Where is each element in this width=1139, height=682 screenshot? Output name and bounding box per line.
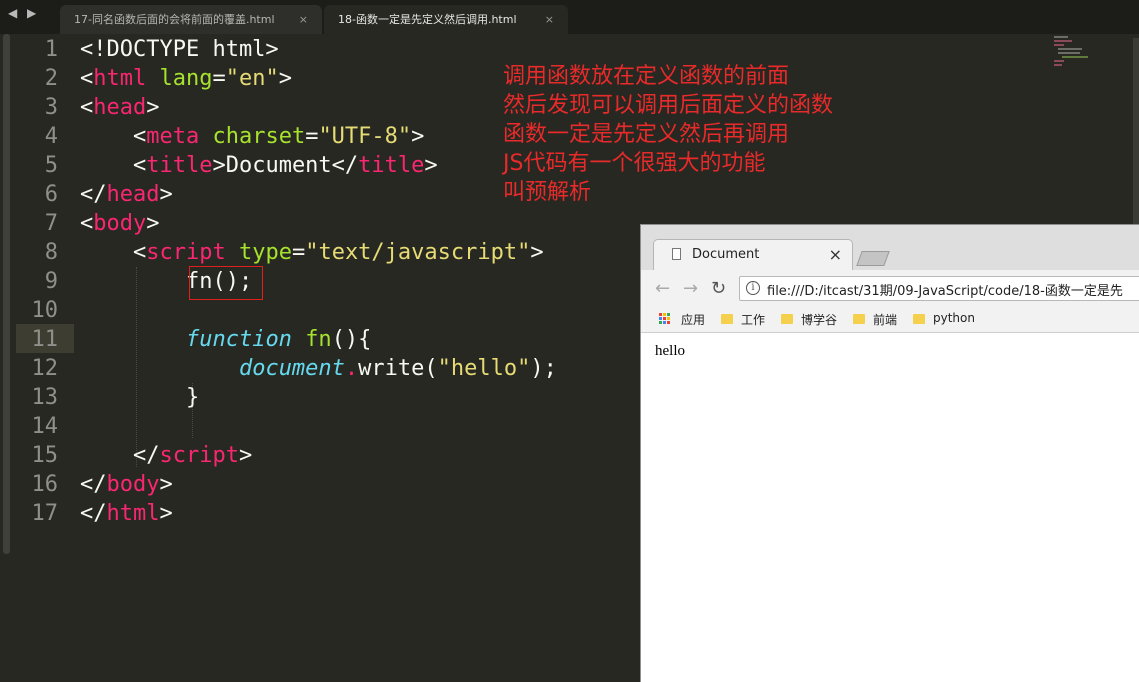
apps-grid-icon[interactable]: [659, 313, 671, 325]
url-text: file:///D:/itcast/31期/09-JavaScript/code…: [767, 284, 1123, 299]
line-number: 7: [44, 211, 58, 236]
browser-page-content: hello: [641, 333, 1139, 682]
line-number: 15: [31, 443, 59, 468]
line-number: 2: [44, 66, 58, 91]
code-line-1: <!DOCTYPE html>: [80, 35, 279, 64]
tab-18-html[interactable]: 18-函数一定是先定义然后调用.html ×: [324, 5, 568, 34]
browser-titlebar: Document ×: [641, 225, 1139, 270]
tab-nav-arrows-icon[interactable]: ◀ ▶: [8, 6, 39, 20]
line-number: 10: [31, 298, 59, 323]
line-number: 4: [44, 124, 58, 149]
back-arrow-icon[interactable]: ←: [655, 278, 670, 299]
tab-17-html[interactable]: 17-同名函数后面的会将前面的覆盖.html ×: [60, 5, 322, 34]
editor-scrollbar[interactable]: [1133, 38, 1139, 228]
page-icon: [672, 248, 681, 260]
bookmark-boxuegu[interactable]: 博学谷: [801, 311, 837, 328]
line-number: 8: [44, 240, 58, 265]
code-line-16: </body>: [80, 472, 173, 497]
page-output-text: hello: [655, 343, 685, 359]
new-tab-button[interactable]: [856, 251, 890, 266]
code-line-17: </html>: [80, 501, 173, 526]
folder-icon: [913, 314, 925, 324]
fn-call-highlight-box: [189, 266, 263, 300]
browser-tab-document[interactable]: Document ×: [653, 239, 853, 270]
line-number: 12: [31, 356, 59, 381]
code-line-11: function fn(){: [185, 327, 372, 352]
annotation-line: 函数一定是先定义然后再调用: [503, 122, 790, 147]
code-line-8: <script type="text/javascript">: [132, 240, 544, 265]
doctype: <!DOCTYPE html>: [80, 37, 279, 62]
folder-icon: [853, 314, 865, 324]
annotation-line: 调用函数放在定义函数的前面: [503, 64, 790, 89]
line-number: 6: [44, 182, 58, 207]
code-line-12: document.write("hello");: [238, 356, 557, 381]
line-number: 3: [44, 95, 58, 120]
browser-toolbar: ← → ↻ i file:///D:/itcast/31期/09-JavaScr…: [641, 270, 1139, 307]
bookmarks-bar: 应用 工作 博学谷 前端 python: [641, 307, 1139, 333]
code-line-6: </head>: [80, 182, 173, 207]
annotation-text: 调用函数放在定义函数的前面 然后发现可以调用后面定义的函数 函数一定是先定义然后…: [503, 62, 833, 207]
code-line-4: <meta charset="UTF-8">: [132, 124, 425, 149]
folder-icon: [721, 314, 733, 324]
line-number-gutter: 1 2 3 4 5 6 7 8 9 10 11 12 13 14 15 16 1…: [16, 34, 74, 682]
line-number: 13: [31, 385, 59, 410]
code-line-3: <head>: [80, 95, 160, 120]
line-number: 11: [31, 327, 59, 352]
bookmark-work[interactable]: 工作: [741, 311, 765, 328]
annotation-line: 叫预解析: [503, 180, 592, 205]
annotation-line: JS代码有一个很强大的功能: [503, 151, 766, 176]
reload-icon[interactable]: ↻: [711, 278, 726, 299]
line-number: 5: [44, 153, 58, 178]
code-line-5: <title>Document</title>: [132, 153, 438, 178]
info-icon[interactable]: i: [746, 281, 760, 295]
line-number: 17: [31, 501, 59, 526]
close-icon[interactable]: ×: [299, 5, 308, 34]
browser-tab-title: Document: [692, 247, 760, 262]
code-line-15: </script>: [132, 443, 253, 468]
bookmark-python[interactable]: python: [933, 311, 975, 325]
forward-arrow-icon[interactable]: →: [683, 278, 698, 299]
tab-label: 17-同名函数后面的会将前面的覆盖.html: [74, 13, 275, 26]
line-number: 16: [31, 472, 59, 497]
line-number: 1: [44, 37, 58, 62]
bookmark-frontend[interactable]: 前端: [873, 311, 897, 328]
code-line-7: <body>: [80, 211, 160, 236]
editor-tab-bar: ◀ ▶ 17-同名函数后面的会将前面的覆盖.html × 18-函数一定是先定义…: [0, 0, 1139, 34]
line-number: 14: [31, 414, 59, 439]
bookmark-apps[interactable]: 应用: [681, 311, 705, 328]
tab-label: 18-函数一定是先定义然后调用.html: [338, 13, 517, 26]
annotation-line: 然后发现可以调用后面定义的函数: [503, 93, 834, 118]
close-icon[interactable]: ×: [829, 245, 842, 264]
sidebar-scrollbar[interactable]: [3, 34, 10, 554]
code-line-13: }: [185, 385, 200, 410]
browser-window: Document × ← → ↻ i file:///D:/itcast/31期…: [640, 224, 1139, 682]
address-bar[interactable]: i file:///D:/itcast/31期/09-JavaScript/co…: [739, 276, 1139, 301]
folder-icon: [781, 314, 793, 324]
code-line-2: <html lang="en">: [80, 66, 292, 91]
line-number: 9: [44, 269, 58, 294]
close-icon[interactable]: ×: [545, 5, 554, 34]
minimap[interactable]: [1052, 34, 1092, 70]
